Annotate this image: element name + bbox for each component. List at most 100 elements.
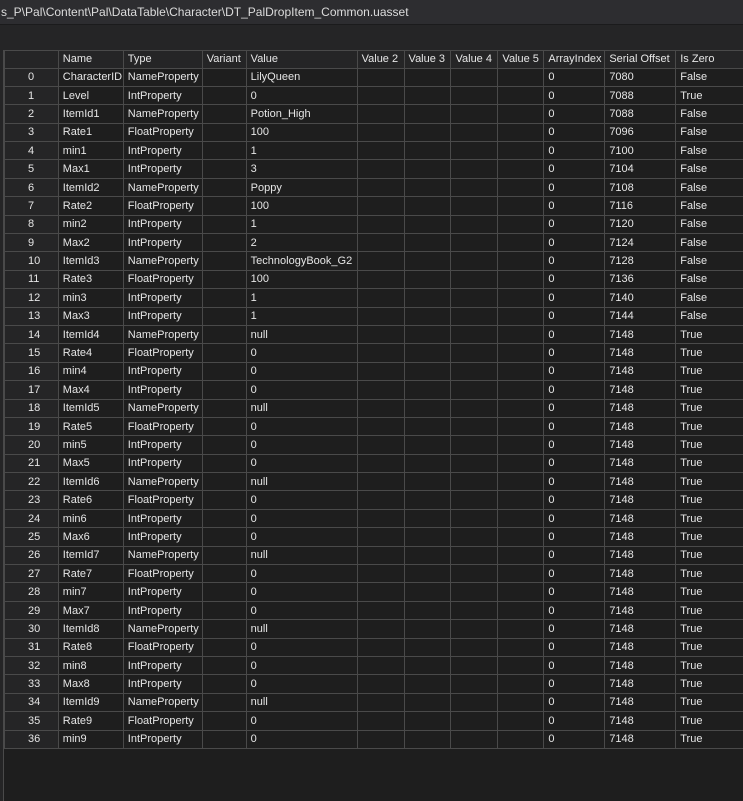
- table-cell[interactable]: Rate6: [58, 491, 123, 509]
- table-cell[interactable]: [404, 620, 451, 638]
- table-cell[interactable]: [357, 638, 404, 656]
- table-cell[interactable]: 0: [544, 565, 605, 583]
- table-cell[interactable]: ItemId7: [58, 546, 123, 564]
- table-cell[interactable]: 7088: [605, 86, 676, 104]
- table-row[interactable]: 14ItemId4NamePropertynull07148True: [5, 325, 743, 343]
- table-cell[interactable]: 7120: [605, 215, 676, 233]
- table-row[interactable]: 36min9IntProperty007148True: [5, 730, 743, 748]
- table-cell[interactable]: 7148: [605, 712, 676, 730]
- table-cell[interactable]: Level: [58, 86, 123, 104]
- table-cell[interactable]: [451, 381, 498, 399]
- table-cell[interactable]: True: [676, 325, 743, 343]
- table-cell[interactable]: [202, 528, 246, 546]
- table-cell[interactable]: IntProperty: [123, 454, 202, 472]
- column-header[interactable]: Serial Offset: [605, 51, 676, 68]
- table-cell[interactable]: 0: [544, 454, 605, 472]
- table-cell[interactable]: 100: [246, 270, 357, 288]
- table-cell[interactable]: [202, 142, 246, 160]
- table-cell[interactable]: [404, 657, 451, 675]
- row-index-cell[interactable]: 10: [5, 252, 59, 270]
- table-cell[interactable]: 0: [544, 546, 605, 564]
- table-cell[interactable]: 0: [544, 252, 605, 270]
- table-cell[interactable]: [451, 601, 498, 619]
- table-cell[interactable]: [357, 491, 404, 509]
- table-cell[interactable]: ItemId9: [58, 693, 123, 711]
- table-row[interactable]: 12min3IntProperty107140False: [5, 289, 743, 307]
- column-header[interactable]: Type: [123, 51, 202, 68]
- table-cell[interactable]: Max1: [58, 160, 123, 178]
- table-cell[interactable]: NameProperty: [123, 693, 202, 711]
- table-cell[interactable]: LilyQueen: [246, 68, 357, 86]
- table-cell[interactable]: 0: [544, 601, 605, 619]
- table-row[interactable]: 13Max3IntProperty107144False: [5, 307, 743, 325]
- table-cell[interactable]: Rate3: [58, 270, 123, 288]
- table-row[interactable]: 1LevelIntProperty007088True: [5, 86, 743, 104]
- table-cell[interactable]: [451, 693, 498, 711]
- table-cell[interactable]: NameProperty: [123, 252, 202, 270]
- table-cell[interactable]: [357, 105, 404, 123]
- table-row[interactable]: 27Rate7FloatProperty007148True: [5, 565, 743, 583]
- table-cell[interactable]: [202, 730, 246, 748]
- table-cell[interactable]: 0: [544, 473, 605, 491]
- table-cell[interactable]: IntProperty: [123, 307, 202, 325]
- row-index-cell[interactable]: 13: [5, 307, 59, 325]
- table-cell[interactable]: [451, 252, 498, 270]
- table-cell[interactable]: [404, 417, 451, 435]
- table-cell[interactable]: FloatProperty: [123, 712, 202, 730]
- table-cell[interactable]: 7148: [605, 417, 676, 435]
- table-cell[interactable]: 7148: [605, 601, 676, 619]
- table-cell[interactable]: NameProperty: [123, 325, 202, 343]
- property-grid[interactable]: NameTypeVariantValueValue 2Value 3Value …: [3, 50, 743, 801]
- table-cell[interactable]: [404, 693, 451, 711]
- table-cell[interactable]: 0: [246, 509, 357, 527]
- table-cell[interactable]: [202, 270, 246, 288]
- table-cell[interactable]: null: [246, 693, 357, 711]
- table-cell[interactable]: Max2: [58, 234, 123, 252]
- table-cell[interactable]: min5: [58, 436, 123, 454]
- table-cell[interactable]: [404, 509, 451, 527]
- table-cell[interactable]: [202, 123, 246, 141]
- table-cell[interactable]: IntProperty: [123, 234, 202, 252]
- table-cell[interactable]: 0: [544, 86, 605, 104]
- table-cell[interactable]: [357, 344, 404, 362]
- table-cell[interactable]: [357, 693, 404, 711]
- table-cell[interactable]: 7144: [605, 307, 676, 325]
- table-cell[interactable]: [357, 399, 404, 417]
- table-cell[interactable]: True: [676, 454, 743, 472]
- table-cell[interactable]: 7108: [605, 178, 676, 196]
- table-cell[interactable]: IntProperty: [123, 675, 202, 693]
- table-cell[interactable]: [498, 178, 544, 196]
- table-cell[interactable]: [451, 712, 498, 730]
- table-row[interactable]: 2ItemId1NamePropertyPotion_High07088Fals…: [5, 105, 743, 123]
- table-cell[interactable]: ItemId1: [58, 105, 123, 123]
- table-cell[interactable]: null: [246, 546, 357, 564]
- table-cell[interactable]: 0: [246, 601, 357, 619]
- table-cell[interactable]: True: [676, 712, 743, 730]
- table-cell[interactable]: [404, 712, 451, 730]
- table-cell[interactable]: [451, 270, 498, 288]
- table-cell[interactable]: [451, 362, 498, 380]
- table-cell[interactable]: TechnologyBook_G2: [246, 252, 357, 270]
- table-cell[interactable]: [451, 234, 498, 252]
- table-cell[interactable]: True: [676, 399, 743, 417]
- table-cell[interactable]: Poppy: [246, 178, 357, 196]
- table-cell[interactable]: [202, 601, 246, 619]
- table-cell[interactable]: FloatProperty: [123, 565, 202, 583]
- table-cell[interactable]: [498, 436, 544, 454]
- table-cell[interactable]: [451, 178, 498, 196]
- table-cell[interactable]: [451, 215, 498, 233]
- table-cell[interactable]: [357, 68, 404, 86]
- table-cell[interactable]: True: [676, 675, 743, 693]
- table-cell[interactable]: min4: [58, 362, 123, 380]
- table-cell[interactable]: null: [246, 399, 357, 417]
- table-cell[interactable]: [404, 344, 451, 362]
- table-cell[interactable]: NameProperty: [123, 399, 202, 417]
- table-cell[interactable]: [498, 473, 544, 491]
- table-cell[interactable]: False: [676, 160, 743, 178]
- table-cell[interactable]: [451, 142, 498, 160]
- table-cell[interactable]: IntProperty: [123, 142, 202, 160]
- table-row[interactable]: 17Max4IntProperty007148True: [5, 381, 743, 399]
- table-cell[interactable]: [498, 123, 544, 141]
- row-index-cell[interactable]: 19: [5, 417, 59, 435]
- table-cell[interactable]: [404, 675, 451, 693]
